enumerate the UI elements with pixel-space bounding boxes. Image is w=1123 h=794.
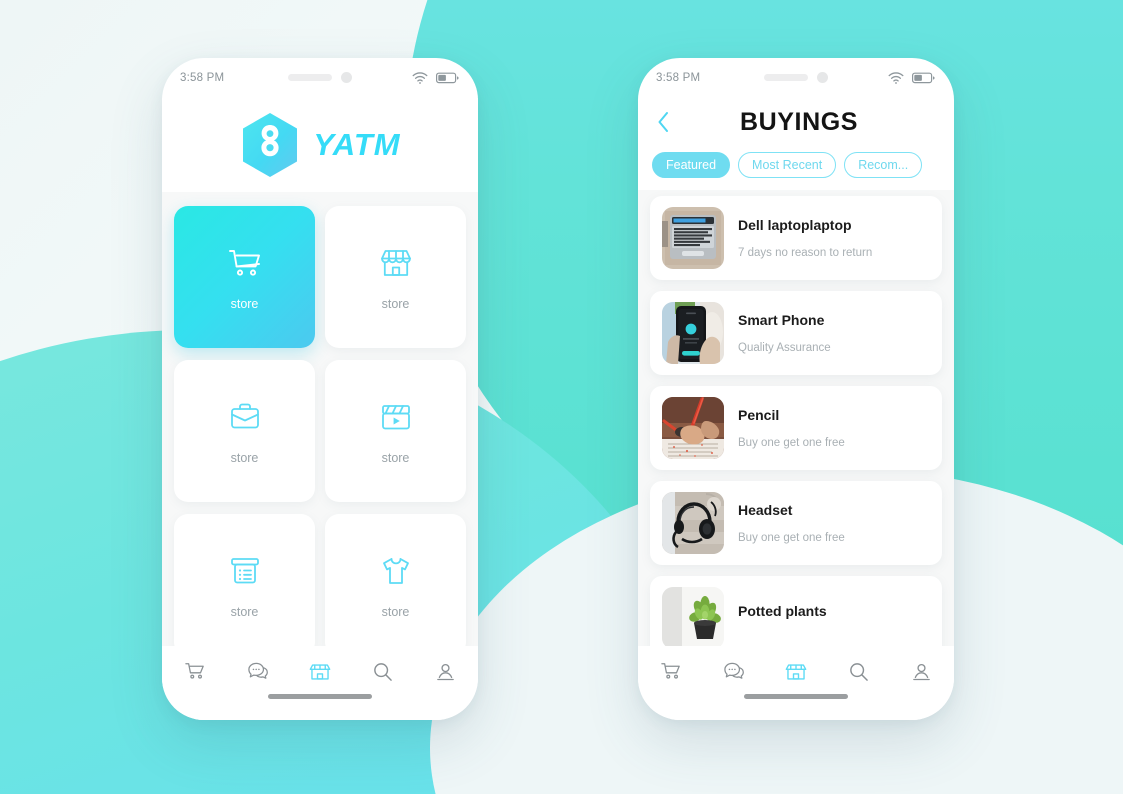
product-card[interactable]: Pencil Buy one get one free <box>650 386 942 470</box>
notch-camera <box>817 72 828 83</box>
battery-icon <box>436 72 460 84</box>
category-tile-label: store <box>230 297 259 311</box>
home-indicator[interactable] <box>744 694 848 699</box>
product-name: Dell laptoplaptop <box>738 217 852 233</box>
product-card[interactable]: Headset Buy one get one free <box>650 481 942 565</box>
succulent-plant-photo <box>662 587 724 646</box>
category-tile-storefront[interactable]: store <box>325 206 466 348</box>
tab-search[interactable] <box>842 658 876 684</box>
category-tile-briefcase[interactable]: store <box>174 360 315 502</box>
filter-pill-group: Featured Most Recent Recom... <box>638 150 954 190</box>
tab-chat[interactable] <box>717 658 751 684</box>
category-tile-label: store <box>381 605 410 619</box>
wifi-icon <box>412 72 428 84</box>
status-indicators <box>412 72 460 84</box>
product-subtitle: Buy one get one free <box>738 437 845 449</box>
bottom-tab-bar-left <box>162 646 478 690</box>
battery-icon <box>912 72 936 84</box>
tshirt-icon <box>376 551 416 591</box>
hand-holding-phone-photo <box>662 302 724 364</box>
product-info: Potted plants <box>738 603 930 633</box>
product-name: Headset <box>738 502 793 518</box>
product-subtitle: Quality Assurance <box>738 342 831 354</box>
product-subtitle: Buy one get one free <box>738 532 845 544</box>
notch-speaker <box>764 74 808 81</box>
product-list[interactable]: Dell laptoplaptop 7 days no reason to re… <box>638 190 954 646</box>
wifi-icon <box>888 72 904 84</box>
filter-pill-recommended[interactable]: Recom... <box>844 152 923 178</box>
status-bar-right: 3:58 PM <box>638 58 954 98</box>
category-grid: store store store store store store <box>162 192 478 646</box>
brand-header: YATM <box>162 98 478 192</box>
product-info: Pencil Buy one get one free <box>738 407 930 449</box>
home-indicator-wrap-right <box>638 690 954 720</box>
product-card[interactable]: Potted plants <box>650 576 942 646</box>
product-name: Smart Phone <box>738 312 825 328</box>
shopping-cart-icon <box>225 243 265 283</box>
phone-notch <box>288 72 352 83</box>
category-tile-label: store <box>381 297 410 311</box>
page-title: BUYINGS <box>739 107 859 136</box>
status-time: 3:58 PM <box>180 72 225 84</box>
category-tile-label: store <box>381 451 410 465</box>
filter-pill-most-recent[interactable]: Most Recent <box>738 152 837 178</box>
status-time: 3:58 PM <box>656 72 701 84</box>
category-tile-tshirt[interactable]: store <box>325 514 466 646</box>
status-bar-left: 3:58 PM <box>162 58 478 98</box>
product-card[interactable]: Dell laptoplaptop 7 days no reason to re… <box>650 196 942 280</box>
home-indicator[interactable] <box>268 694 372 699</box>
headphones-photo <box>662 492 724 554</box>
tab-chat[interactable] <box>241 658 275 684</box>
chevron-left-icon[interactable] <box>656 109 678 135</box>
product-info: Smart Phone Quality Assurance <box>738 312 930 354</box>
canvas: 3:58 PM YATM store store store store sto… <box>0 0 1123 794</box>
tab-cart[interactable] <box>178 658 212 684</box>
tab-profile[interactable] <box>428 658 462 684</box>
product-name: Pencil <box>738 407 780 423</box>
home-indicator-wrap-left <box>162 690 478 720</box>
notch-camera <box>341 72 352 83</box>
notch-speaker <box>288 74 332 81</box>
tab-profile[interactable] <box>904 658 938 684</box>
phone-notch <box>764 72 828 83</box>
phone-mockup-buyings: 3:58 PM BUYINGS Featured Most Recent Rec… <box>638 58 954 720</box>
product-subtitle: 7 days no reason to return <box>738 247 873 259</box>
laptop-photo <box>662 207 724 269</box>
category-tile-document[interactable]: store <box>174 514 315 646</box>
page-header: BUYINGS <box>638 98 954 150</box>
category-tile-label: store <box>230 451 259 465</box>
status-indicators <box>888 72 936 84</box>
bottom-tab-bar-right <box>638 646 954 690</box>
category-tile-cart[interactable]: store <box>174 206 315 348</box>
category-tile-label: store <box>230 605 259 619</box>
tab-search[interactable] <box>366 658 400 684</box>
filter-pill-featured[interactable]: Featured <box>652 152 731 178</box>
tab-store[interactable] <box>779 658 813 684</box>
product-card[interactable]: Smart Phone Quality Assurance <box>650 291 942 375</box>
briefcase-icon <box>225 397 265 437</box>
product-info: Dell laptoplaptop 7 days no reason to re… <box>738 217 930 259</box>
pencil-sharpening-photo <box>662 397 724 459</box>
product-name: Potted plants <box>738 603 827 619</box>
tab-cart[interactable] <box>654 658 688 684</box>
hexagon-logo-icon <box>239 112 301 178</box>
brand-name: YATM <box>313 127 401 162</box>
document-list-icon <box>225 551 265 591</box>
storefront-icon <box>376 243 416 283</box>
tab-store[interactable] <box>303 658 337 684</box>
clapperboard-icon <box>376 397 416 437</box>
category-tile-clapperboard[interactable]: store <box>325 360 466 502</box>
product-info: Headset Buy one get one free <box>738 502 930 544</box>
phone-mockup-home: 3:58 PM YATM store store store store sto… <box>162 58 478 720</box>
